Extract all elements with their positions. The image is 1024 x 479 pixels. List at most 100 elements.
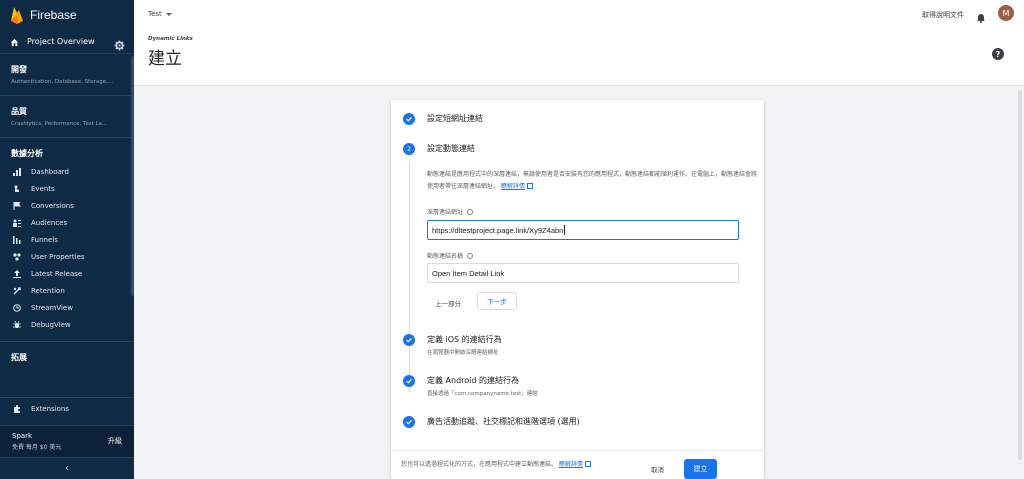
- step-title: 定義 Android 的連結行為: [427, 376, 520, 385]
- step-subtitle: 在瀏覽器中開啟深層連結網址: [427, 350, 499, 356]
- page-header: Test 取得說明文件 M Dynamic Links 建立 ?: [134, 0, 1024, 86]
- info-icon[interactable]: [467, 208, 474, 215]
- sidebar-item-label: Conversions: [31, 201, 74, 210]
- link-name-label: 動態連結名稱: [427, 251, 474, 260]
- step-title: 定義 iOS 的連結行為: [427, 335, 502, 344]
- release-icon: [13, 269, 21, 278]
- page-scrollbar[interactable]: [1018, 90, 1022, 460]
- docs-link[interactable]: 取得說明文件: [922, 10, 964, 20]
- project-name: Test: [148, 10, 162, 18]
- sidebar-item-dashboard[interactable]: Dashboard: [0, 163, 134, 180]
- notifications-bell-icon[interactable]: [976, 8, 986, 23]
- settings-gear-icon[interactable]: [114, 36, 126, 51]
- sidebar-item-audiences[interactable]: Audiences: [0, 214, 134, 231]
- footer-learn-more-link[interactable]: 瞭解詳情: [559, 461, 583, 468]
- firebase-logo-icon: [10, 6, 24, 24]
- section-title-grow: 拓展: [11, 353, 27, 362]
- check-circle-icon: [403, 375, 415, 387]
- touch-icon: [13, 185, 21, 193]
- chevron-left-icon: ‹: [65, 463, 69, 474]
- next-button[interactable]: 下一步: [477, 292, 517, 310]
- section-title-quality: 品質: [11, 107, 27, 116]
- flag-icon: [13, 201, 21, 210]
- sidebar-item-events[interactable]: Events: [0, 180, 134, 197]
- info-icon[interactable]: [467, 252, 474, 259]
- step-title: 設定動態連結: [427, 144, 475, 153]
- product-label: Dynamic Links: [148, 36, 193, 42]
- wizard-step-4[interactable]: 定義 Android 的連結行為 直接透過「com.companyname.te…: [403, 375, 538, 397]
- chevron-down-icon: [165, 12, 172, 16]
- step-title: 設定短網址連結: [427, 114, 483, 123]
- avatar[interactable]: M: [998, 5, 1014, 21]
- deep-link-input[interactable]: https://dltestproject.page.link/Xy9Z4abn: [427, 220, 739, 240]
- sidebar-item-extensions[interactable]: Extensions: [0, 397, 134, 419]
- wizard-step-3[interactable]: 定義 iOS 的連結行為 在瀏覽器中開啟深層連結網址: [403, 334, 502, 356]
- wizard-step-5[interactable]: 廣告活動追蹤、社交標記和進階選項 (選用): [403, 416, 580, 428]
- link-name-input[interactable]: Open Item Detail Link: [427, 263, 739, 283]
- sidebar-section-quality[interactable]: 品質 Crashlytics, Performance, Test La...: [0, 96, 134, 127]
- step-subtitle: 直接透過「com.companyname.test」連結: [427, 391, 538, 397]
- sidebar-item-latest-release[interactable]: Latest Release: [0, 265, 134, 282]
- sidebar-item-label: StreamView: [31, 303, 73, 312]
- sidebar-item-label: Extensions: [31, 404, 70, 413]
- extensions-icon: [13, 404, 21, 413]
- user-properties-icon: [13, 252, 21, 261]
- sidebar-scrollbar[interactable]: [131, 56, 134, 296]
- deep-link-label-text: 深層連結網址: [427, 209, 464, 216]
- dynamic-link-wizard-card: 設定短網址連結 2 設定動態連結 動態連結是應用程式中的深層連結，無論使用者是否…: [391, 100, 764, 479]
- debug-icon: [13, 320, 21, 329]
- sidebar-item-label: User Properties: [31, 252, 85, 261]
- funnel-icon: [13, 235, 21, 244]
- project-overview-label: Project Overview: [27, 37, 95, 46]
- upgrade-button[interactable]: 升級: [108, 436, 122, 446]
- section-title-analytics: 數據分析: [11, 149, 43, 158]
- sidebar-section-develop[interactable]: 開發 Authentication, Database, Storage,...: [0, 54, 134, 85]
- text-cursor: [564, 225, 566, 235]
- sidebar-item-label: Latest Release: [31, 269, 83, 278]
- sidebar-item-conversions[interactable]: Conversions: [0, 197, 134, 214]
- sidebar-item-streamview[interactable]: StreamView: [0, 299, 134, 316]
- step-number-badge: 2: [403, 143, 415, 155]
- cancel-button[interactable]: 取消: [651, 464, 664, 474]
- step-title: 廣告活動追蹤、社交標記和進階選項 (選用): [427, 417, 580, 426]
- collapse-sidebar-button[interactable]: ‹: [0, 457, 134, 479]
- learn-more-link[interactable]: 瞭解詳情: [501, 183, 525, 190]
- help-icon[interactable]: ?: [992, 48, 1004, 60]
- sidebar-item-debugview[interactable]: DebugView: [0, 316, 134, 333]
- sidebar-item-label: Funnels: [31, 235, 58, 244]
- sidebar-item-funnels[interactable]: Funnels: [0, 231, 134, 248]
- home-icon: [10, 32, 19, 51]
- plan-panel: Spark 免費 每月 $0 美元 升級: [0, 425, 134, 457]
- clock-icon: [13, 303, 21, 312]
- wizard-step-2[interactable]: 2 設定動態連結: [403, 143, 475, 155]
- sidebar-item-retention[interactable]: Retention: [0, 282, 134, 299]
- brand[interactable]: Firebase: [0, 0, 134, 30]
- project-overview-link[interactable]: Project Overview: [0, 30, 134, 54]
- sidebar-item-user-properties[interactable]: User Properties: [0, 248, 134, 265]
- previous-button[interactable]: 上一部分: [435, 298, 461, 308]
- wizard-step-1[interactable]: 設定短網址連結: [403, 113, 483, 125]
- step-description: 動態連結是應用程式中的深層連結，無論使用者是否安裝有您的應用程式，動態連結都能順…: [427, 169, 757, 193]
- sidebar-section-grow[interactable]: 拓展: [0, 342, 134, 363]
- footer-note-text: 您也可以透過程式化的方式，在應用程式中建立動態連結。: [401, 461, 558, 468]
- deep-link-value: https://dltestproject.page.link/Xy9Z4abn: [432, 225, 564, 235]
- section-subtitle-develop: Authentication, Database, Storage,...: [11, 79, 114, 85]
- sidebar: Firebase Project Overview 開發 Authenticat…: [0, 0, 134, 479]
- sidebar-item-label: Events: [31, 184, 55, 193]
- open-in-new-icon: [584, 461, 591, 467]
- sidebar-item-label: Dashboard: [31, 167, 69, 176]
- footer-note: 您也可以透過程式化的方式，在應用程式中建立動態連結。 瞭解詳情: [401, 459, 591, 468]
- link-name-label-text: 動態連結名稱: [427, 253, 464, 260]
- create-button[interactable]: 建立: [684, 459, 717, 479]
- link-name-value: Open Item Detail Link: [432, 268, 505, 278]
- step-connector: [409, 162, 410, 392]
- deep-link-label: 深層連結網址: [427, 207, 474, 216]
- sidebar-item-label: Retention: [31, 286, 65, 295]
- page-title: 建立: [148, 49, 182, 69]
- analytics-nav: Dashboard Events Conversions Audiences F…: [0, 159, 134, 333]
- card-footer: 您也可以透過程式化的方式，在應用程式中建立動態連結。 瞭解詳情 取消 建立: [391, 450, 764, 479]
- check-circle-icon: [403, 334, 415, 346]
- description-text: 動態連結是應用程式中的深層連結，無論使用者是否安裝有您的應用程式，動態連結都能順…: [427, 171, 758, 190]
- retention-icon: [13, 286, 21, 295]
- project-selector[interactable]: Test: [148, 10, 172, 18]
